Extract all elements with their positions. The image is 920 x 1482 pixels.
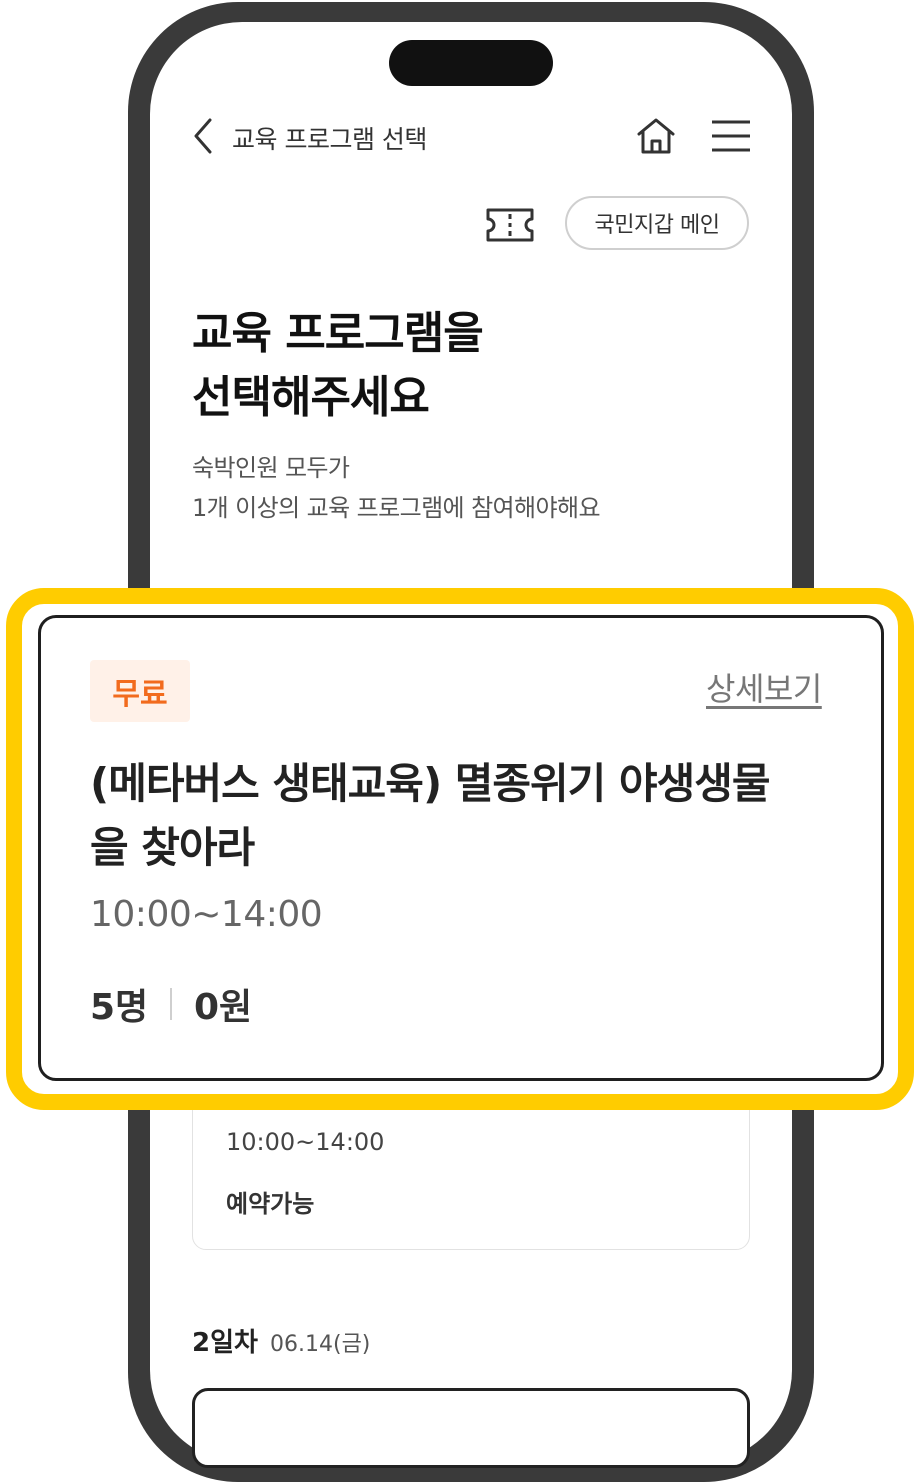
free-badge: 무료 bbox=[90, 660, 190, 722]
ticket-icon[interactable] bbox=[484, 206, 536, 244]
day-label: 2일차 bbox=[192, 1328, 258, 1358]
phone-notch bbox=[389, 40, 553, 86]
page-heading-line2: 선택해주세요 bbox=[192, 372, 430, 423]
program-title: (메타버스 생태교육) 멸종위기 야생생물 을 찾아라 bbox=[90, 752, 850, 880]
day-date: 06.14(금) bbox=[270, 1332, 371, 1357]
hamburger-menu-icon[interactable] bbox=[710, 118, 752, 154]
program-card-next[interactable] bbox=[192, 1388, 750, 1468]
program-time: 10:00~14:00 bbox=[90, 894, 323, 935]
page-description-line2: 1개 이상의 교육 프로그램에 참여해야해요 bbox=[192, 494, 601, 522]
program-capacity: 5명 bbox=[90, 987, 149, 1028]
program-title-line1: (메타버스 생태교육) 멸종위기 야생생물 bbox=[90, 759, 771, 808]
detail-link[interactable]: 상세보기 bbox=[706, 664, 822, 710]
program-card-time: 10:00~14:00 bbox=[226, 1128, 385, 1156]
program-price: 0원 bbox=[194, 987, 253, 1028]
home-icon[interactable] bbox=[634, 114, 678, 158]
page-description-line1: 숙박인원 모두가 bbox=[192, 454, 350, 482]
divider bbox=[170, 988, 172, 1020]
page-heading: 교육 프로그램을 선택해주세요 bbox=[192, 302, 484, 430]
page-heading-line1: 교육 프로그램을 bbox=[192, 308, 484, 359]
header-title: 교육 프로그램 선택 bbox=[232, 125, 427, 154]
wallet-main-button[interactable]: 국민지갑 메인 bbox=[565, 196, 749, 250]
page-description: 숙박인원 모두가 1개 이상의 교육 프로그램에 참여해야해요 bbox=[192, 448, 601, 528]
program-card-status: 예약가능 bbox=[226, 1190, 315, 1218]
back-arrow-icon[interactable] bbox=[190, 116, 218, 156]
program-title-line2: 을 찾아라 bbox=[90, 823, 255, 872]
